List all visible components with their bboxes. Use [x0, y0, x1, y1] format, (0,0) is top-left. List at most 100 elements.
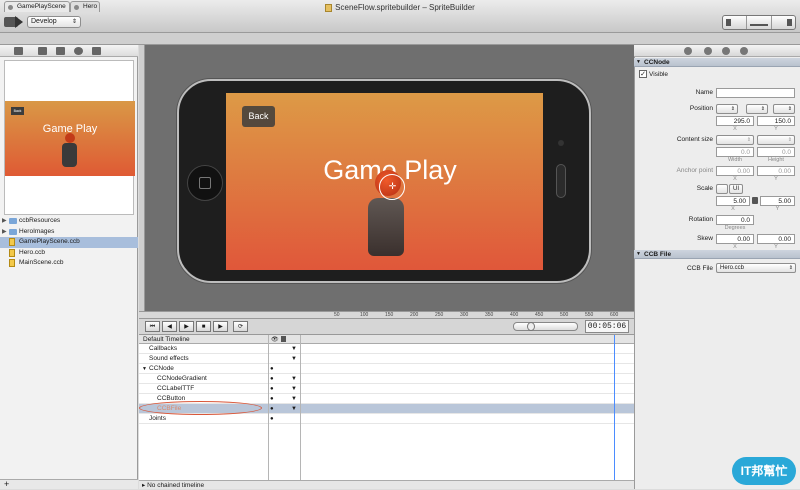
ruler-tick: 50 [334, 312, 340, 318]
disclosure-triangle-icon[interactable]: ▶ [2, 227, 7, 237]
scene-back-button[interactable]: Back [242, 106, 275, 127]
eye-icon[interactable]: ● [270, 374, 274, 384]
ccnode-section-header[interactable]: CCNode [634, 58, 800, 67]
list-item-label: MainScene.ccb [19, 259, 64, 266]
eye-icon[interactable]: ● [270, 394, 274, 404]
tab-gameplayscene[interactable]: GamePlayScene [4, 1, 70, 12]
toggle-right-panel-button[interactable] [772, 16, 795, 29]
component-library-icon[interactable] [74, 47, 83, 55]
scale-ui-toggle[interactable]: UI [729, 184, 743, 194]
timeline-playhead[interactable] [614, 335, 615, 489]
ccb-file-icon [9, 259, 15, 267]
chevron-up-down-icon: ⇕ [787, 106, 792, 112]
timeline-row-callbacks[interactable]: Callbacks ▼ [139, 344, 634, 354]
timeline-row-ccnodegradient[interactable]: CCNodeGradient ● ▼ [139, 374, 634, 384]
position-type-select[interactable]: ⇕ [716, 104, 738, 114]
timeline-row-ccnode[interactable]: ▼ CCNode ● [139, 364, 634, 374]
skew-x-field[interactable]: 0.00 [716, 234, 754, 244]
step-back-button[interactable]: ◀ [162, 321, 177, 332]
chevron-up-down-icon: ⇕ [730, 106, 735, 112]
skew-y-field[interactable]: 0.00 [757, 234, 795, 244]
loop-button[interactable]: ⟳ [233, 321, 248, 332]
list-view-icon[interactable] [38, 47, 47, 55]
position-unit-y-select[interactable]: ⇕ [773, 104, 795, 114]
position-y-field[interactable]: 150.0 [757, 116, 795, 126]
eye-icon[interactable]: ● [270, 384, 274, 394]
content-width-field[interactable]: 0.0 [716, 147, 754, 157]
chevron-down-icon[interactable]: ▼ [291, 374, 297, 384]
list-item-folder-heroimages[interactable]: ▶ HeroImages [0, 227, 138, 238]
chained-timeline-select[interactable]: No chained timeline [147, 482, 204, 489]
content-size-unit-w-select[interactable]: ⇕ [716, 135, 754, 145]
timeline-row-joints[interactable]: Joints ● [139, 414, 634, 424]
timeline-select[interactable]: Default Timeline [143, 335, 190, 344]
anchor-x-field[interactable]: 0.00 [716, 166, 754, 176]
lock-icon[interactable] [752, 197, 758, 204]
content-size-unit-h-select[interactable]: ⇕ [757, 135, 795, 145]
add-resource-button[interactable]: + [0, 479, 138, 489]
publish-button[interactable] [4, 15, 24, 29]
templates-tab-icon[interactable] [740, 47, 748, 55]
chevron-down-icon[interactable]: ▼ [291, 394, 297, 404]
hero-sprite-body[interactable] [368, 198, 404, 256]
close-tab-icon[interactable] [74, 5, 79, 10]
go-to-start-button[interactable]: ⏮ [145, 321, 160, 332]
toggle-left-panel-button[interactable] [723, 16, 748, 29]
preview-thumbnail: Back Game Play [5, 101, 135, 176]
list-item-hero-ccb[interactable]: Hero.ccb [0, 248, 138, 259]
play-button[interactable]: ▶ [179, 321, 194, 332]
properties-tab-icon[interactable] [684, 47, 692, 55]
chevron-down-icon[interactable]: ▼ [291, 354, 297, 364]
timecode-display[interactable]: 00:05:06 [585, 320, 629, 333]
scale-x-field[interactable]: 5.00 [716, 196, 750, 206]
close-tab-icon[interactable] [8, 5, 13, 10]
anchor-y-caption: Y [774, 176, 778, 182]
timeline-zoom-slider[interactable] [513, 322, 578, 331]
timeline-rows: Callbacks ▼ Sound effects ▼ ▼ CCNode ● CCNod… [139, 344, 634, 424]
list-item-folder-ccbresources[interactable]: ▶ ccbResources [0, 216, 138, 227]
step-forward-button[interactable]: ▶ [213, 321, 228, 332]
eye-icon[interactable]: ● [270, 404, 274, 414]
disclosure-triangle-icon[interactable]: ▼ [142, 364, 147, 374]
scale-type-toggle[interactable] [716, 184, 728, 194]
name-field[interactable] [716, 88, 795, 98]
preview-back-button: Back [11, 107, 24, 115]
timeline-row-sound-effects[interactable]: Sound effects ▼ [139, 354, 634, 364]
warnings-icon[interactable] [92, 47, 101, 55]
stop-button[interactable]: ■ [196, 321, 211, 332]
chevron-down-icon[interactable]: ▼ [291, 404, 297, 414]
physics-tab-icon[interactable] [722, 47, 730, 55]
rotation-field[interactable]: 0.0 [716, 215, 754, 225]
list-item-mainscene-ccb[interactable]: MainScene.ccb [0, 258, 138, 269]
timeline-row-ccbfile[interactable]: CCBFile ● ▼ [139, 401, 634, 415]
view-toggle-group[interactable] [722, 15, 796, 30]
position-y-caption: Y [774, 126, 778, 132]
eye-icon[interactable]: ● [270, 414, 274, 424]
position-unit-x-select[interactable]: ⇕ [746, 104, 768, 114]
chevron-down-icon[interactable]: ▼ [291, 384, 297, 394]
code-connections-tab-icon[interactable] [704, 47, 712, 55]
position-x-field[interactable]: 295.0 [716, 116, 754, 126]
visible-checkbox[interactable]: ✓ [639, 70, 647, 78]
disclosure-triangle-icon[interactable]: ▶ [2, 216, 7, 226]
target-select[interactable]: Develop ⇕ [27, 16, 81, 28]
file-view-icon[interactable] [14, 47, 23, 55]
toggle-bottom-panel-button[interactable] [747, 16, 772, 29]
tab-hero[interactable]: Hero [70, 1, 100, 12]
ccb-file-select[interactable]: Hero.ccb ⇕ [716, 263, 796, 273]
chevron-down-icon[interactable]: ▼ [291, 344, 297, 354]
inspector-tabs [634, 45, 800, 57]
move-handle-icon[interactable]: ✛ [388, 182, 397, 191]
list-item-gameplayscene-ccb[interactable]: GamePlayScene.ccb [0, 237, 138, 248]
anchor-y-field[interactable]: 0.00 [757, 166, 795, 176]
timeline-row-cclabelttf[interactable]: CCLabelTTF ● ▼ [139, 384, 634, 394]
scale-y-field[interactable]: 5.00 [760, 196, 795, 206]
content-height-field[interactable]: 0.0 [757, 147, 795, 157]
eye-icon[interactable]: ● [270, 364, 274, 374]
image-view-icon[interactable] [56, 47, 65, 55]
chevron-up-down-icon: ⇕ [746, 137, 751, 143]
anchor-x-caption: X [733, 176, 737, 182]
slider-knob[interactable] [527, 322, 535, 331]
list-item-label: Hero.ccb [19, 248, 46, 256]
ccbfile-section-header[interactable]: CCB File [634, 250, 800, 259]
